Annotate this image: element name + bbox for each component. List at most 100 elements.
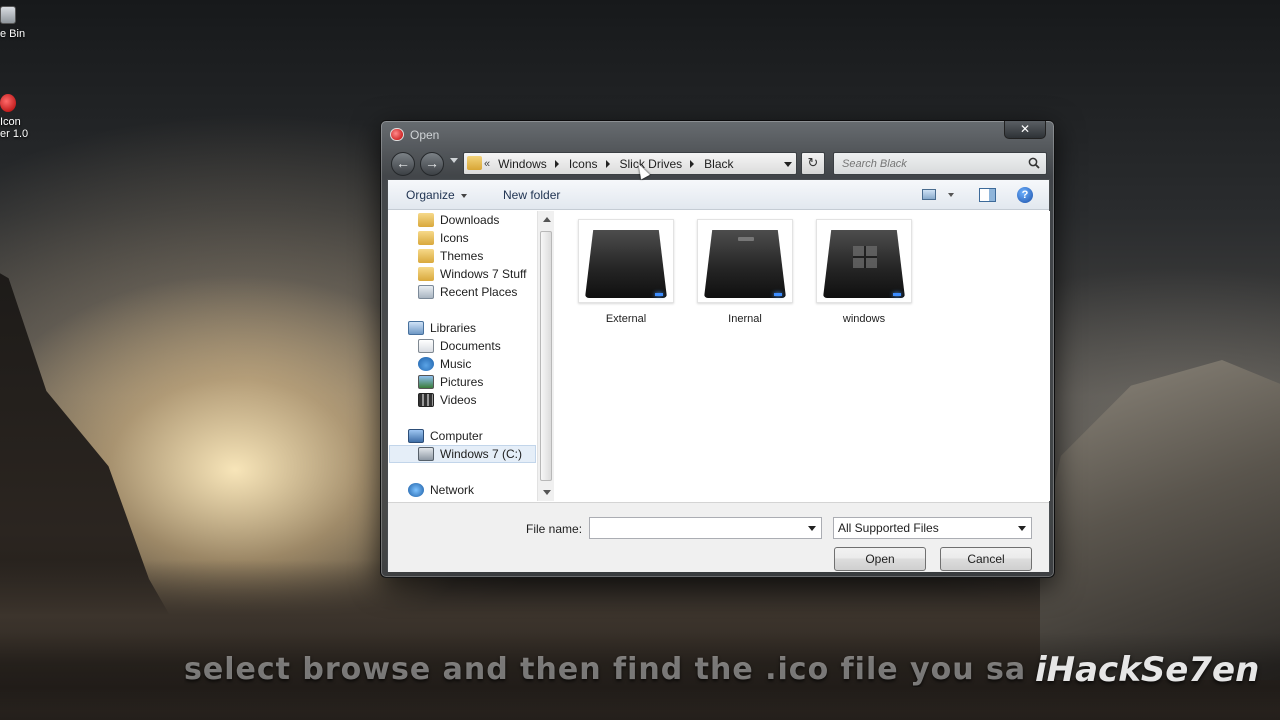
recent-pages-dropdown[interactable] [450, 158, 458, 163]
forward-button[interactable]: → [420, 152, 444, 176]
nav-item-label: Documents [440, 339, 501, 353]
nav-item-label: Recent Places [440, 285, 518, 299]
preview-pane-icon[interactable] [979, 188, 996, 202]
close-button[interactable]: ✕ [1004, 121, 1046, 139]
file-thumbnail [578, 219, 674, 303]
documents-icon [418, 339, 434, 353]
drive-led [893, 293, 901, 296]
nav-item-themes[interactable]: Themes [418, 247, 483, 265]
search-icon[interactable] [1028, 157, 1040, 169]
nav-pane-scrollbar[interactable] [537, 211, 554, 501]
nav-item-pictures[interactable]: Pictures [418, 373, 483, 391]
arrow-right-icon: → [425, 155, 439, 171]
nav-item-documents[interactable]: Documents [418, 337, 501, 355]
nav-item-computer[interactable]: Computer [408, 427, 483, 445]
breadcrumb-separator-icon[interactable] [605, 160, 610, 168]
refresh-icon: ↻ [807, 155, 819, 170]
drive-icon [418, 447, 434, 461]
file-item-inernal[interactable]: Inernal [695, 219, 795, 325]
refresh-button[interactable]: ↻ [801, 152, 825, 175]
nav-item-label: Computer [430, 429, 483, 443]
dialog-title: Open [410, 128, 440, 142]
nav-item-downloads[interactable]: Downloads [418, 211, 499, 229]
nav-item-label: Network [430, 483, 475, 497]
recent-places-icon [418, 285, 434, 299]
drive-windows-icon [823, 230, 905, 298]
nav-item-videos[interactable]: Videos [418, 391, 476, 409]
nav-item-label: Downloads [440, 213, 500, 227]
network-icon [408, 483, 424, 497]
computer-icon [408, 429, 424, 443]
nav-item-icons[interactable]: Icons [418, 229, 469, 247]
address-bar[interactable]: « Windows Icons Slick Drives Black [463, 152, 797, 175]
breadcrumb-item-slick-drives[interactable]: Slick Drives [620, 157, 683, 171]
nav-item-libraries[interactable]: Libraries [408, 319, 476, 337]
file-type-value: All Supported Files [838, 521, 939, 535]
file-thumbnail [697, 219, 793, 303]
nav-item-windows-7-c[interactable]: Windows 7 (C:) [389, 445, 536, 463]
nav-item-label: Windows 7 Stuff [440, 267, 527, 281]
breadcrumb-item-black[interactable]: Black [704, 157, 733, 171]
file-list: External Inernal windows [558, 211, 1050, 501]
nav-item-network[interactable]: Network [408, 481, 474, 499]
scroll-up-icon[interactable] [543, 217, 551, 222]
open-button[interactable]: Open [834, 547, 926, 571]
open-dialog: Open ✕ ← → « Windows Icons Slick Drives … [380, 120, 1055, 578]
desktop-icon-app[interactable]: Icon er 1.0 [0, 94, 28, 140]
file-name: Inernal [728, 313, 762, 325]
file-item-external[interactable]: External [576, 219, 676, 325]
drive-icon [704, 230, 786, 298]
icon-app-label-line1: Icon [0, 116, 21, 128]
drive-icon [585, 230, 667, 298]
breadcrumb-separator-icon[interactable] [690, 160, 695, 168]
search-box[interactable] [833, 152, 1047, 175]
chevron-down-icon [460, 193, 467, 198]
video-caption: select browse and then find the .ico fil… [184, 652, 1027, 687]
breadcrumb-item-icons[interactable]: Icons [569, 157, 598, 171]
view-options-dropdown[interactable] [948, 193, 954, 197]
dialog-footer: File name: All Supported Files Open Canc… [388, 502, 1049, 572]
watermark: iHackSe7en [1035, 650, 1260, 690]
new-folder-button[interactable]: New folder [503, 188, 560, 202]
chevron-down-icon[interactable] [808, 526, 816, 531]
folder-icon [418, 231, 434, 245]
drive-led [774, 293, 782, 296]
scrollbar-thumb[interactable] [540, 231, 552, 481]
file-name: windows [842, 313, 886, 325]
nav-item-music[interactable]: Music [418, 355, 471, 373]
dialog-titlebar[interactable]: Open ✕ [381, 121, 1054, 149]
scroll-down-icon[interactable] [543, 490, 551, 495]
cancel-button[interactable]: Cancel [940, 547, 1032, 571]
folder-icon [467, 156, 482, 170]
nav-item-windows-7-stuff[interactable]: Windows 7 Stuff [418, 265, 526, 283]
drive-led [655, 293, 663, 296]
file-name-combobox[interactable] [589, 517, 822, 539]
desktop-recycle-bin[interactable]: e Bin [0, 6, 25, 40]
folder-icon [418, 213, 434, 227]
back-button[interactable]: ← [391, 152, 415, 176]
dialog-content: Organize New folder ? Downloads Icons Th… [387, 179, 1050, 572]
change-view-icon[interactable] [922, 189, 936, 200]
file-type-select[interactable]: All Supported Files [833, 517, 1032, 539]
breadcrumb: « Windows Icons Slick Drives Black [484, 157, 742, 171]
arrow-left-icon: ← [396, 155, 410, 171]
windows-logo-icon [853, 246, 877, 268]
file-name-input[interactable] [590, 518, 800, 538]
navigation-bar: ← → « Windows Icons Slick Drives Black ↻ [381, 149, 1054, 177]
app-icon [390, 128, 404, 141]
organize-button[interactable]: Organize [406, 188, 467, 202]
chevron-down-icon [1018, 526, 1026, 531]
music-icon [418, 357, 434, 371]
address-dropdown-icon[interactable] [784, 162, 792, 167]
file-item-windows[interactable]: windows [814, 219, 914, 325]
drive-slot [738, 237, 754, 241]
breadcrumb-separator-icon[interactable] [554, 160, 559, 168]
help-icon[interactable]: ? [1017, 187, 1033, 203]
nav-item-label: Music [440, 357, 472, 371]
nav-item-recent-places[interactable]: Recent Places [418, 283, 517, 301]
nav-item-label: Videos [440, 393, 477, 407]
breadcrumb-overflow[interactable]: « [484, 158, 490, 170]
breadcrumb-item-windows[interactable]: Windows [498, 157, 547, 171]
search-input[interactable] [834, 153, 1020, 174]
file-name-label: File name: [526, 522, 583, 536]
